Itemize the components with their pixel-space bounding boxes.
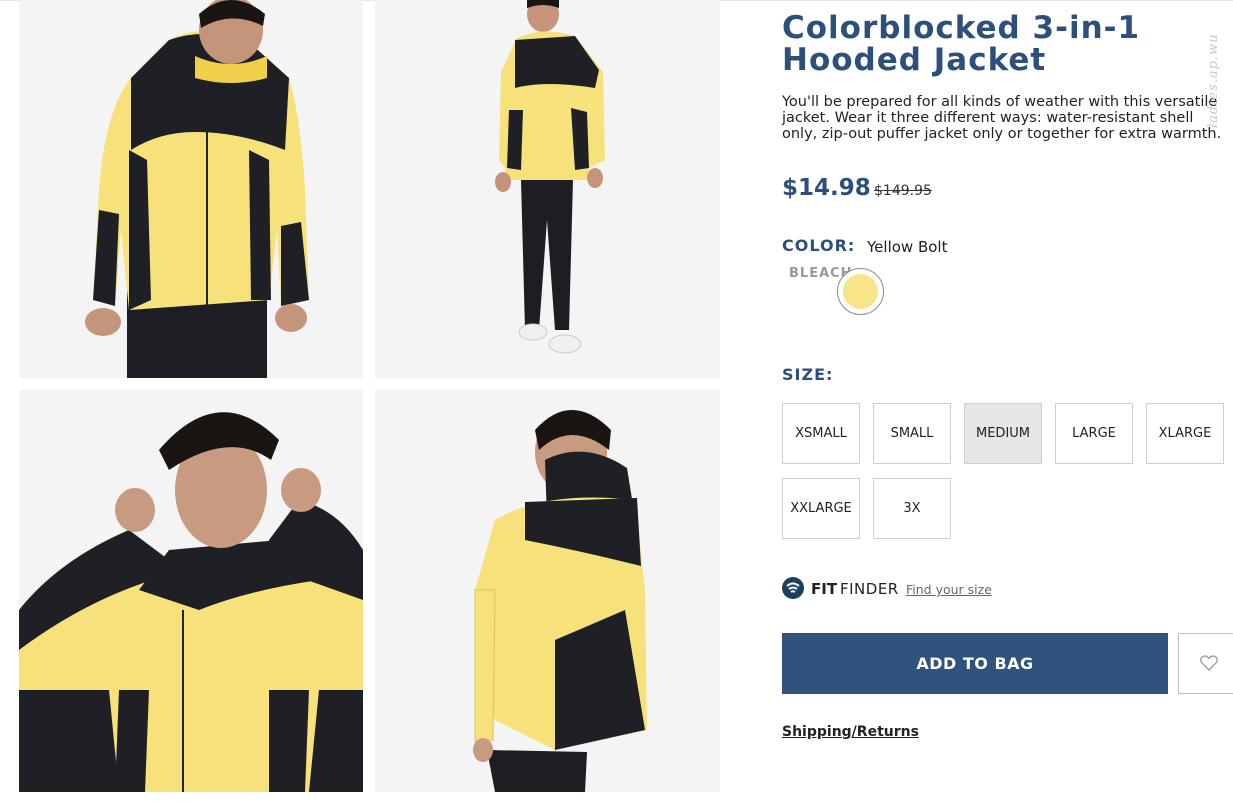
- color-swatch-yellow-bolt[interactable]: [837, 268, 884, 315]
- jacket-photo-hood-detail: [19, 390, 363, 792]
- watermark: ladies.ap.wu: [1206, 33, 1221, 128]
- product-image-hood-detail[interactable]: [19, 390, 363, 792]
- product-image-full-body[interactable]: [375, 0, 720, 378]
- shipping-returns-link[interactable]: Shipping/Returns: [782, 724, 919, 740]
- heart-icon: [1200, 655, 1218, 671]
- size-option-medium[interactable]: MEDIUM: [964, 403, 1042, 464]
- wishlist-button[interactable]: [1178, 633, 1233, 694]
- size-option-xxlarge[interactable]: XXLARGE: [782, 478, 860, 539]
- size-option-xsmall[interactable]: XSMALL: [782, 403, 860, 464]
- sale-price: $14.98: [782, 175, 871, 201]
- size-option-xlarge[interactable]: XLARGE: [1146, 403, 1224, 464]
- original-price: $149.95: [874, 183, 932, 199]
- add-to-bag-button[interactable]: ADD TO BAG: [782, 633, 1168, 694]
- product-description: You'll be prepared for all kinds of weat…: [782, 94, 1222, 142]
- fit-finder-brand-bold: FIT: [811, 580, 838, 598]
- fit-finder-brand-light: FINDER: [840, 580, 899, 598]
- swatch-color-dot: [843, 274, 878, 309]
- find-your-size-link[interactable]: Find your size: [906, 582, 992, 597]
- jacket-photo-front: [19, 0, 363, 378]
- product-image-front[interactable]: [19, 0, 363, 378]
- jacket-photo-back: [375, 390, 720, 792]
- jacket-photo-full-body: [375, 0, 720, 378]
- product-image-back[interactable]: [375, 390, 720, 792]
- selected-color-name: Yellow Bolt: [867, 238, 948, 256]
- size-label: SIZE:: [782, 365, 834, 384]
- size-option-large[interactable]: LARGE: [1055, 403, 1133, 464]
- color-label: COLOR:: [782, 236, 856, 255]
- fit-finder-icon: [782, 577, 804, 599]
- size-option-small[interactable]: SMALL: [873, 403, 951, 464]
- size-option-3x[interactable]: 3X: [873, 478, 951, 539]
- product-title: Colorblocked 3-in-1 Hooded Jacket: [782, 10, 1141, 78]
